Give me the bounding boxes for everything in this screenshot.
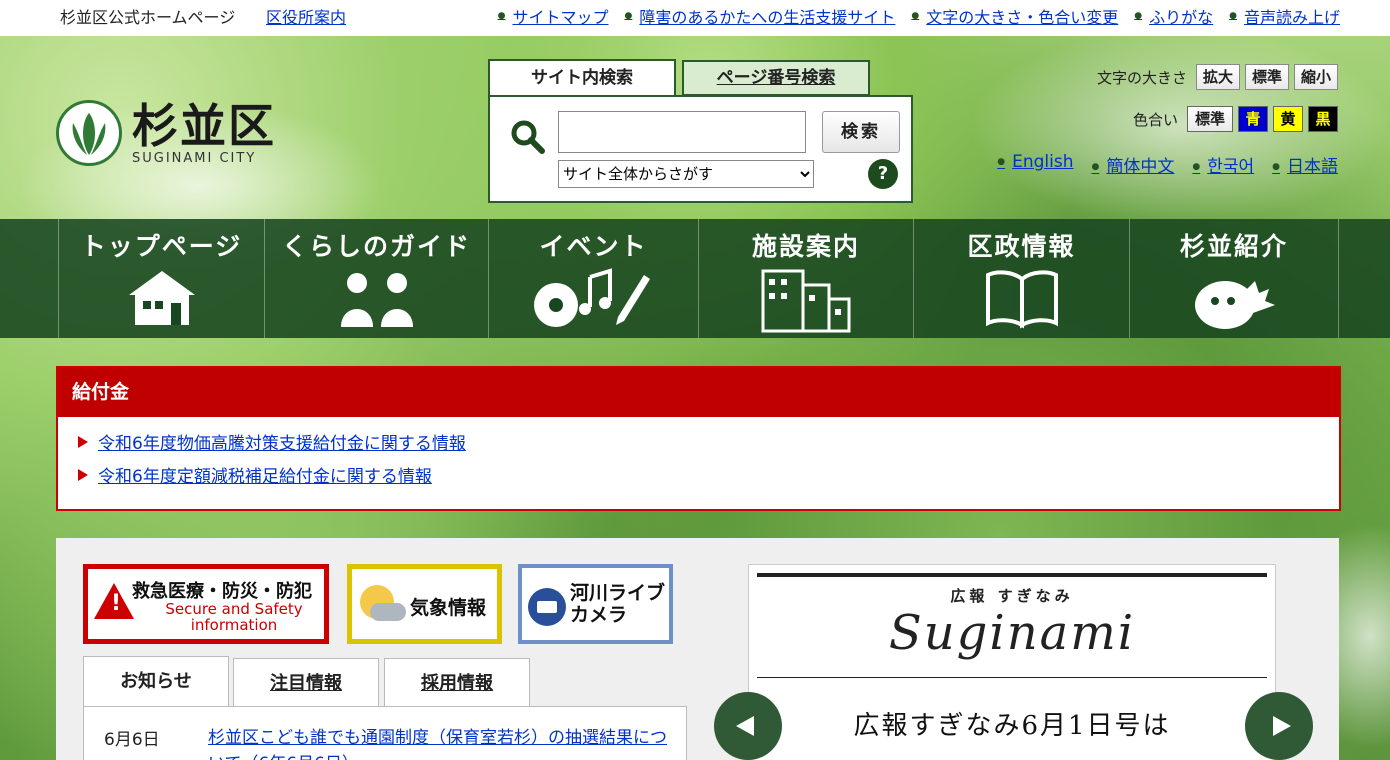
emergency-subtitle: Secure and Safety information (165, 600, 303, 634)
text-size-enlarge-button[interactable]: 拡大 (1196, 64, 1240, 90)
search-scope-select[interactable]: サイト全体からさがす (558, 160, 814, 188)
koho-suginami-banner[interactable]: 広報 すぎなみ Suginami 広報すぎなみ6月1日号は (748, 564, 1276, 760)
logo-jp: 杉並区 (132, 98, 276, 153)
book-icon (985, 270, 1058, 329)
tab-notices[interactable]: お知らせ (83, 656, 229, 710)
display-controls: 文字の大きさ 拡大 標準 縮小 色合い 標準 青 黄 黒 (1097, 64, 1338, 148)
nav-events[interactable]: イベント (488, 219, 698, 338)
emergency-banner[interactable]: 救急医療・防災・防犯 Secure and Safety information (83, 564, 329, 644)
koho-title: 広報 すぎなみ (950, 587, 1074, 605)
koho-script-logo: Suginami (888, 605, 1136, 661)
nav-life-guide[interactable]: くらしのガイド (264, 219, 488, 338)
utility-links: サイトマップ 障害のあるかたへの生活支援サイト 文字の大きさ・色合い変更 ふりが… (498, 4, 1340, 28)
text-size-standard-button[interactable]: 標準 (1245, 64, 1289, 90)
nav-label: イベント (539, 232, 648, 261)
search-button[interactable]: 検索 (822, 111, 900, 153)
color-label: 色合い (1132, 110, 1178, 129)
nav-top[interactable]: トップページ (58, 219, 264, 338)
office-info-link[interactable]: 区役所案内 (266, 4, 346, 28)
disability-support-link[interactable]: 障害のあるかたへの生活支援サイト (625, 4, 895, 28)
text-color-settings-link[interactable]: 文字の大きさ・色合い変更 (911, 4, 1118, 28)
carousel-next-icon[interactable] (1245, 692, 1313, 760)
nav-label: トップページ (80, 232, 243, 261)
camera-icon (528, 588, 566, 626)
speech-link[interactable]: 音声読み上げ (1229, 4, 1340, 28)
nav-about-suginami[interactable]: 杉並紹介 (1129, 219, 1338, 338)
color-blue-button[interactable]: 青 (1238, 106, 1268, 132)
mascot-icon (1195, 281, 1275, 329)
news-date: 6月6日 (104, 730, 160, 750)
global-nav: トップページ くらしのガイド イベント 施設案内 区政情報 杉並紹介 (0, 219, 1390, 338)
search-widget: サイト内検索 ページ番号検索 検索 サイト全体からさがす ? (488, 59, 913, 203)
nav-label: くらしのガイド (281, 232, 471, 261)
nav-divider (1338, 219, 1339, 338)
building-icon (761, 269, 851, 333)
tab-recruitment[interactable]: 採用情報 (384, 658, 530, 708)
lang-korean-link[interactable]: 한국어 (1192, 152, 1254, 177)
search-input[interactable] (558, 111, 806, 153)
carousel-prev-icon[interactable] (714, 692, 782, 760)
language-links: English 簡体中文 한국어 日本語 (997, 152, 1338, 177)
tab-page-number-search[interactable]: ページ番号検索 (682, 60, 870, 96)
search-panel: 検索 サイト全体からさがす ? (488, 95, 913, 203)
tab-featured[interactable]: 注目情報 (233, 658, 379, 708)
color-yellow-button[interactable]: 黄 (1273, 106, 1303, 132)
site-title: 杉並区公式ホームページ (60, 8, 236, 27)
event-icon (533, 268, 650, 327)
cloud-icon (370, 603, 406, 621)
furigana-link[interactable]: ふりがな (1134, 4, 1213, 28)
nav-label: 施設案内 (751, 232, 860, 261)
warning-icon (94, 583, 134, 619)
logo-en: SUGINAMI CITY (132, 150, 257, 166)
search-icon (511, 120, 545, 154)
text-size-reduce-button[interactable]: 縮小 (1294, 64, 1338, 90)
help-icon[interactable]: ? (868, 159, 898, 189)
color-black-button[interactable]: 黒 (1308, 106, 1338, 132)
news-list: 6月6日 杉並区こども誰でも通園制度（保育室若杉）の抽選結果について（6年6月6… (83, 706, 687, 760)
weather-label: 気象情報 (410, 597, 487, 619)
people-icon (340, 273, 413, 327)
text-size-label: 文字の大きさ (1096, 68, 1187, 87)
lang-japanese-link[interactable]: 日本語 (1272, 152, 1338, 177)
divider (757, 677, 1267, 678)
nav-label: 区政情報 (967, 232, 1076, 261)
notice-link[interactable]: 令和6年度物価高騰対策支援給付金に関する情報 (98, 429, 466, 454)
benefit-notice: 給付金 令和6年度物価高騰対策支援給付金に関する情報 令和6年度定額減税補足給付… (56, 366, 1341, 511)
list-item: 6月6日 杉並区こども誰でも通園制度（保育室若杉）の抽選結果について（6年6月6… (104, 725, 678, 760)
main-content: 救急医療・防災・防犯 Secure and Safety information… (56, 538, 1339, 760)
house-icon (128, 271, 195, 325)
lang-english-link[interactable]: English (997, 152, 1073, 177)
nav-facilities[interactable]: 施設案内 (698, 219, 913, 338)
nav-ward-info[interactable]: 区政情報 (913, 219, 1129, 338)
notice-link[interactable]: 令和6年度定額減税補足給付金に関する情報 (98, 462, 432, 487)
koho-subtitle: 広報すぎなみ6月1日号は (853, 711, 1171, 741)
river-camera-label: 河川ライブカメラ (570, 582, 666, 626)
divider (757, 573, 1267, 577)
color-standard-button[interactable]: 標準 (1187, 106, 1233, 132)
lang-chinese-link[interactable]: 簡体中文 (1092, 152, 1174, 177)
news-link[interactable]: 杉並区こども誰でも通園制度（保育室若杉）の抽選結果について（6年6月6日） (208, 725, 678, 760)
utility-bar: 杉並区公式ホームページ 区役所案内 サイトマップ 障害のあるかたへの生活支援サイ… (0, 0, 1390, 36)
tab-site-search[interactable]: サイト内検索 (488, 59, 676, 97)
city-emblem-icon (56, 100, 122, 166)
sitemap-link[interactable]: サイトマップ (498, 4, 608, 28)
nav-label: 杉並紹介 (1179, 232, 1288, 261)
weather-banner[interactable]: 気象情報 (347, 564, 502, 644)
notice-title: 給付金 (58, 368, 1339, 417)
river-camera-banner[interactable]: 河川ライブカメラ (518, 564, 673, 644)
city-logo[interactable]: 杉並区 SUGINAMI CITY (56, 100, 276, 166)
